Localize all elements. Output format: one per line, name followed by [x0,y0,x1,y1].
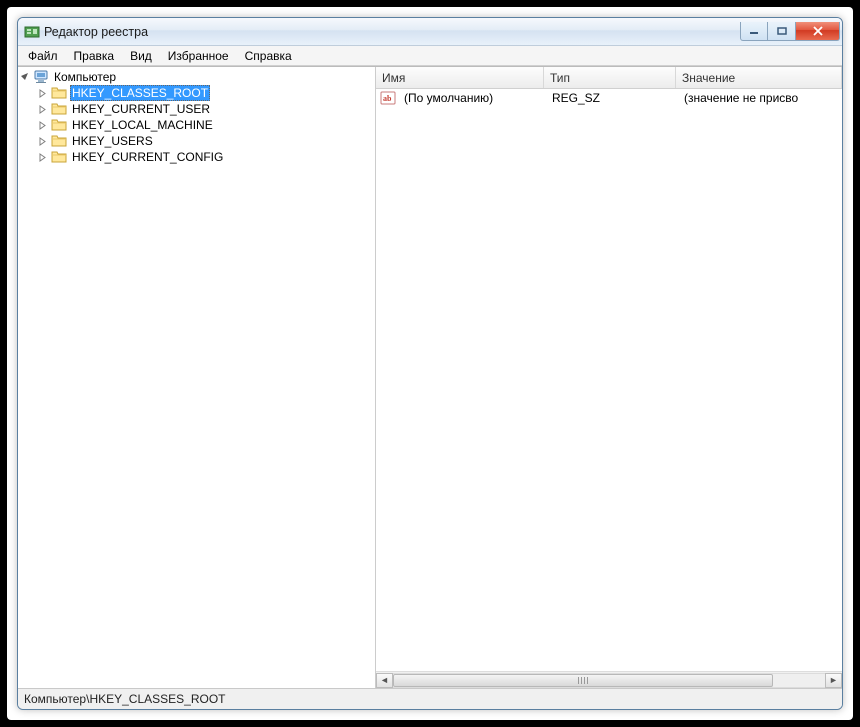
expand-icon[interactable] [36,151,49,164]
list-body[interactable]: ab (По умолчанию)REG_SZ(значение не присв… [376,89,842,671]
menu-help[interactable]: Справка [237,47,300,65]
tree-node-label: HKEY_CURRENT_USER [70,102,212,116]
menu-favorites[interactable]: Избранное [160,47,237,65]
folder-icon [51,85,67,101]
regedit-window: Редактор реестра Файл Правка Вид Избранн… [17,17,843,710]
horizontal-scrollbar[interactable]: ◄ ► [376,671,842,688]
tree-node[interactable]: HKEY_LOCAL_MACHINE [36,117,375,133]
statusbar: Компьютер\HKEY_CLASSES_ROOT [18,688,842,709]
folder-icon [51,117,67,133]
cell-value: (значение не присво [678,91,842,105]
expand-icon[interactable] [36,135,49,148]
tree-node[interactable]: HKEY_CURRENT_USER [36,101,375,117]
scroll-thumb[interactable] [393,674,773,687]
tree-node-label: HKEY_CLASSES_ROOT [70,85,210,101]
content-area: Компьютер HKEY_CLASSES_ROOTHKEY_CURRENT_… [18,66,842,688]
maximize-button[interactable] [768,22,796,41]
expand-icon[interactable] [36,119,49,132]
list-pane: Имя Тип Значение ab (По умолчанию)REG_SZ(… [376,67,842,688]
scroll-right-button[interactable]: ► [825,673,842,688]
tree-node[interactable]: HKEY_USERS [36,133,375,149]
string-value-icon: ab [380,90,396,106]
tree-root-node[interactable]: Компьютер [18,69,375,85]
tree-root-label: Компьютер [52,70,118,84]
titlebar[interactable]: Редактор реестра [18,18,842,46]
menu-view[interactable]: Вид [122,47,160,65]
folder-icon [51,149,67,165]
menu-edit[interactable]: Правка [66,47,123,65]
cell-type: REG_SZ [546,91,678,105]
scroll-left-button[interactable]: ◄ [376,673,393,688]
tree-pane[interactable]: Компьютер HKEY_CLASSES_ROOTHKEY_CURRENT_… [18,67,376,688]
tree-node-label: HKEY_LOCAL_MACHINE [70,118,215,132]
folder-icon [51,133,67,149]
list-row[interactable]: ab (По умолчанию)REG_SZ(значение не присв… [376,89,842,107]
column-value[interactable]: Значение [676,67,842,88]
column-type[interactable]: Тип [544,67,676,88]
expand-icon[interactable] [36,87,49,100]
app-icon [24,24,40,40]
window-title: Редактор реестра [44,25,740,39]
tree-node[interactable]: HKEY_CURRENT_CONFIG [36,149,375,165]
list-header: Имя Тип Значение [376,67,842,89]
collapse-icon[interactable] [18,71,31,84]
cell-name: (По умолчанию) [398,91,546,105]
folder-icon [51,101,67,117]
menu-file[interactable]: Файл [20,47,66,65]
tree-node-label: HKEY_CURRENT_CONFIG [70,150,225,164]
scroll-track[interactable] [393,673,825,688]
menubar: Файл Правка Вид Избранное Справка [18,46,842,66]
tree-node-label: HKEY_USERS [70,134,155,148]
svg-text:ab: ab [383,94,392,103]
expand-icon[interactable] [36,103,49,116]
column-name[interactable]: Имя [376,67,544,88]
tree-node[interactable]: HKEY_CLASSES_ROOT [36,85,375,101]
close-button[interactable] [796,22,840,41]
computer-icon [33,69,49,85]
status-path: Компьютер\HKEY_CLASSES_ROOT [24,692,226,706]
minimize-button[interactable] [740,22,768,41]
